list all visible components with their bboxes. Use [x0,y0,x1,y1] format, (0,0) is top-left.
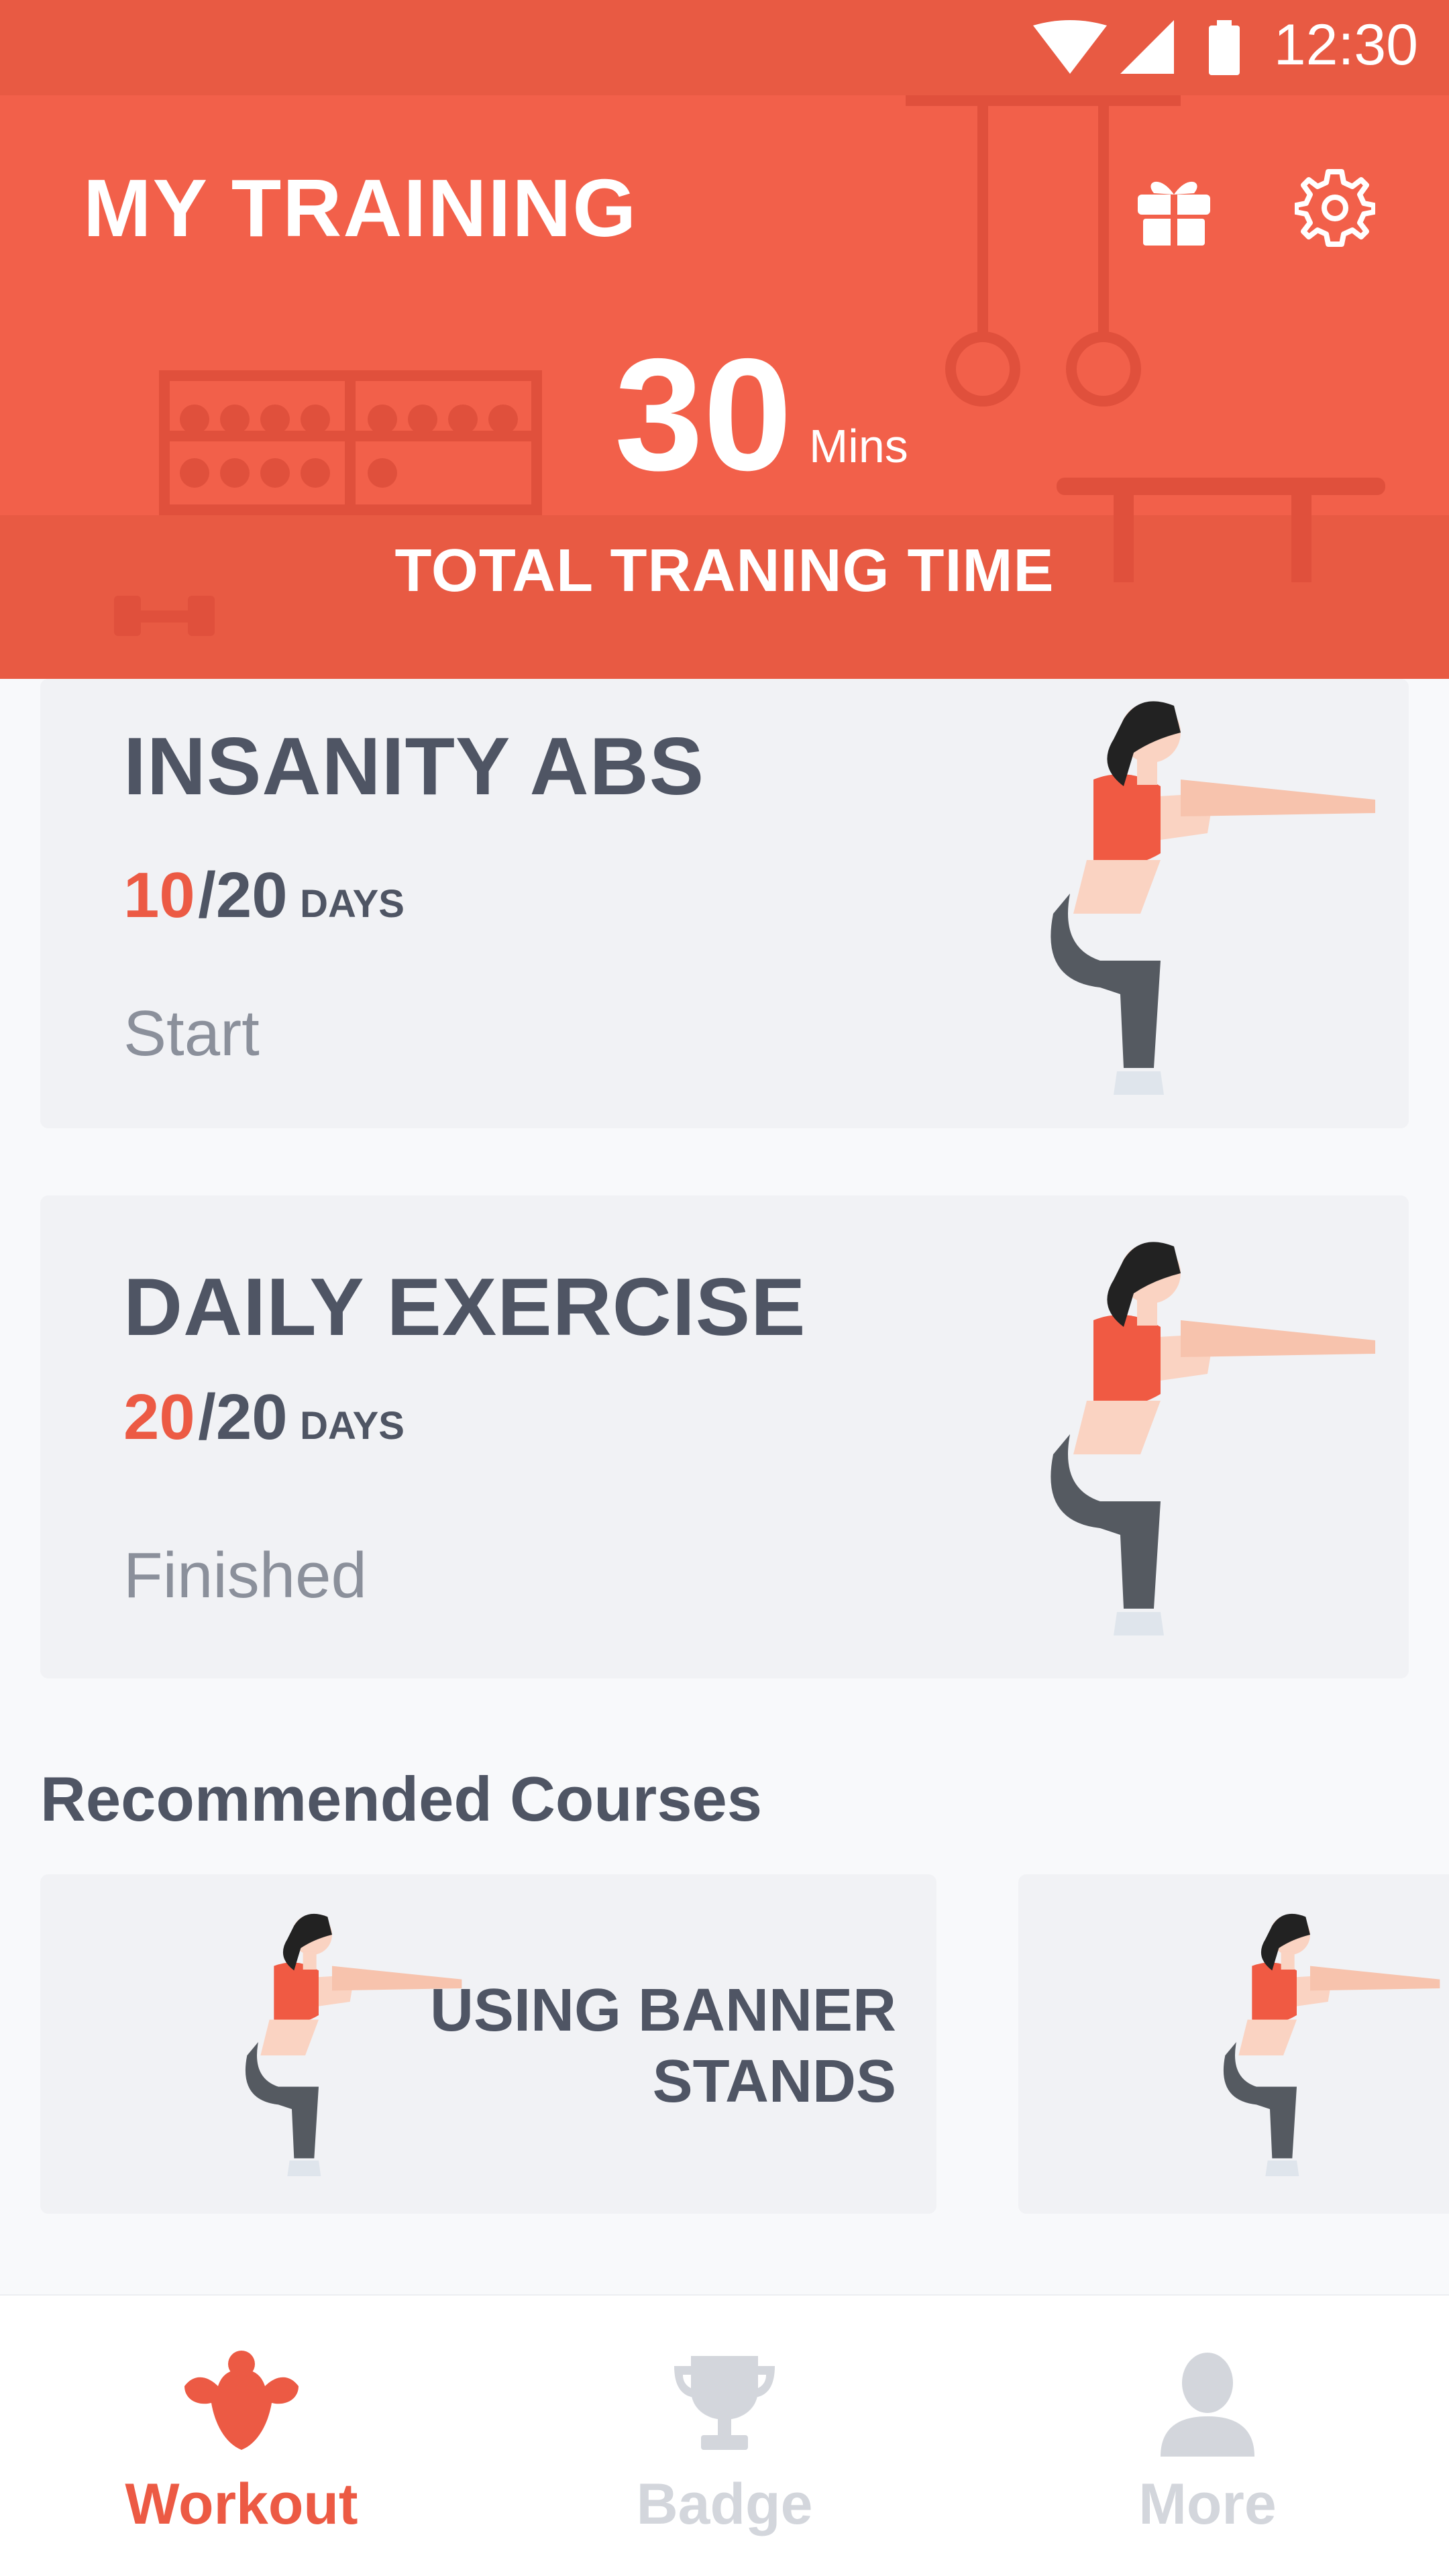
recommended-section-title: Recommended Courses [40,1764,763,1834]
trophy-icon [674,2356,775,2450]
total-time-label: TOTAL TRANING TIME [394,537,1055,604]
program-status[interactable]: Finished [123,1539,367,1613]
nav-label: Workout [125,2472,358,2536]
squat-figure-illustration [1223,1913,1440,2176]
program-title: INSANITY ABS [123,720,705,812]
course-title: USING BANNER STANDS [427,1975,896,2117]
nav-item-workout[interactable]: Workout [0,2296,483,2576]
bottom-nav: Workout Badge More [0,2294,1449,2576]
page-title: MY TRAINING [83,162,638,254]
program-card[interactable]: INSANITY ABS 10 /20 DAYS Start [40,679,1409,1128]
days-done: 10 [123,859,195,931]
gift-button[interactable] [1134,168,1214,248]
program-card[interactable]: DAILY EXERCISE 20 /20 DAYS Finished [40,1195,1409,1678]
total-time-value: 30 [614,326,792,504]
settings-button[interactable] [1293,168,1377,248]
nav-item-badge[interactable]: Badge [483,2296,966,2576]
program-title: DAILY EXERCISE [123,1261,806,1352]
gift-icon [1138,181,1210,246]
days-done: 20 [123,1381,195,1453]
header: 12:30 MY TRAINING 30 Mins TOTAL TRANING … [0,0,1449,679]
total-time-unit: Mins [809,420,908,472]
squat-figure-illustration [1051,701,1375,1095]
program-progress: 20 /20 DAYS [123,1381,405,1454]
days-total: /20 [198,859,288,931]
program-progress: 10 /20 DAYS [123,859,405,932]
recommended-course-card[interactable]: USING BANNER STANDS [40,1874,936,2214]
course-title-line2: STANDS [652,2048,896,2116]
days-total: /20 [198,1381,288,1453]
nav-label: Badge [636,2472,813,2536]
nav-label: More [1138,2472,1277,2536]
muscle-icon [184,2351,299,2450]
person-icon [1161,2353,1254,2457]
days-unit: DAYS [300,882,405,926]
recommended-course-card-partial[interactable] [1018,1874,1449,2214]
nav-item-more[interactable]: More [966,2296,1449,2576]
program-status[interactable]: Start [123,997,260,1071]
course-title-line1: USING BANNER [429,1977,896,2044]
squat-figure-illustration [1051,1242,1375,1635]
gear-icon [1293,169,1377,247]
days-unit: DAYS [300,1404,405,1448]
